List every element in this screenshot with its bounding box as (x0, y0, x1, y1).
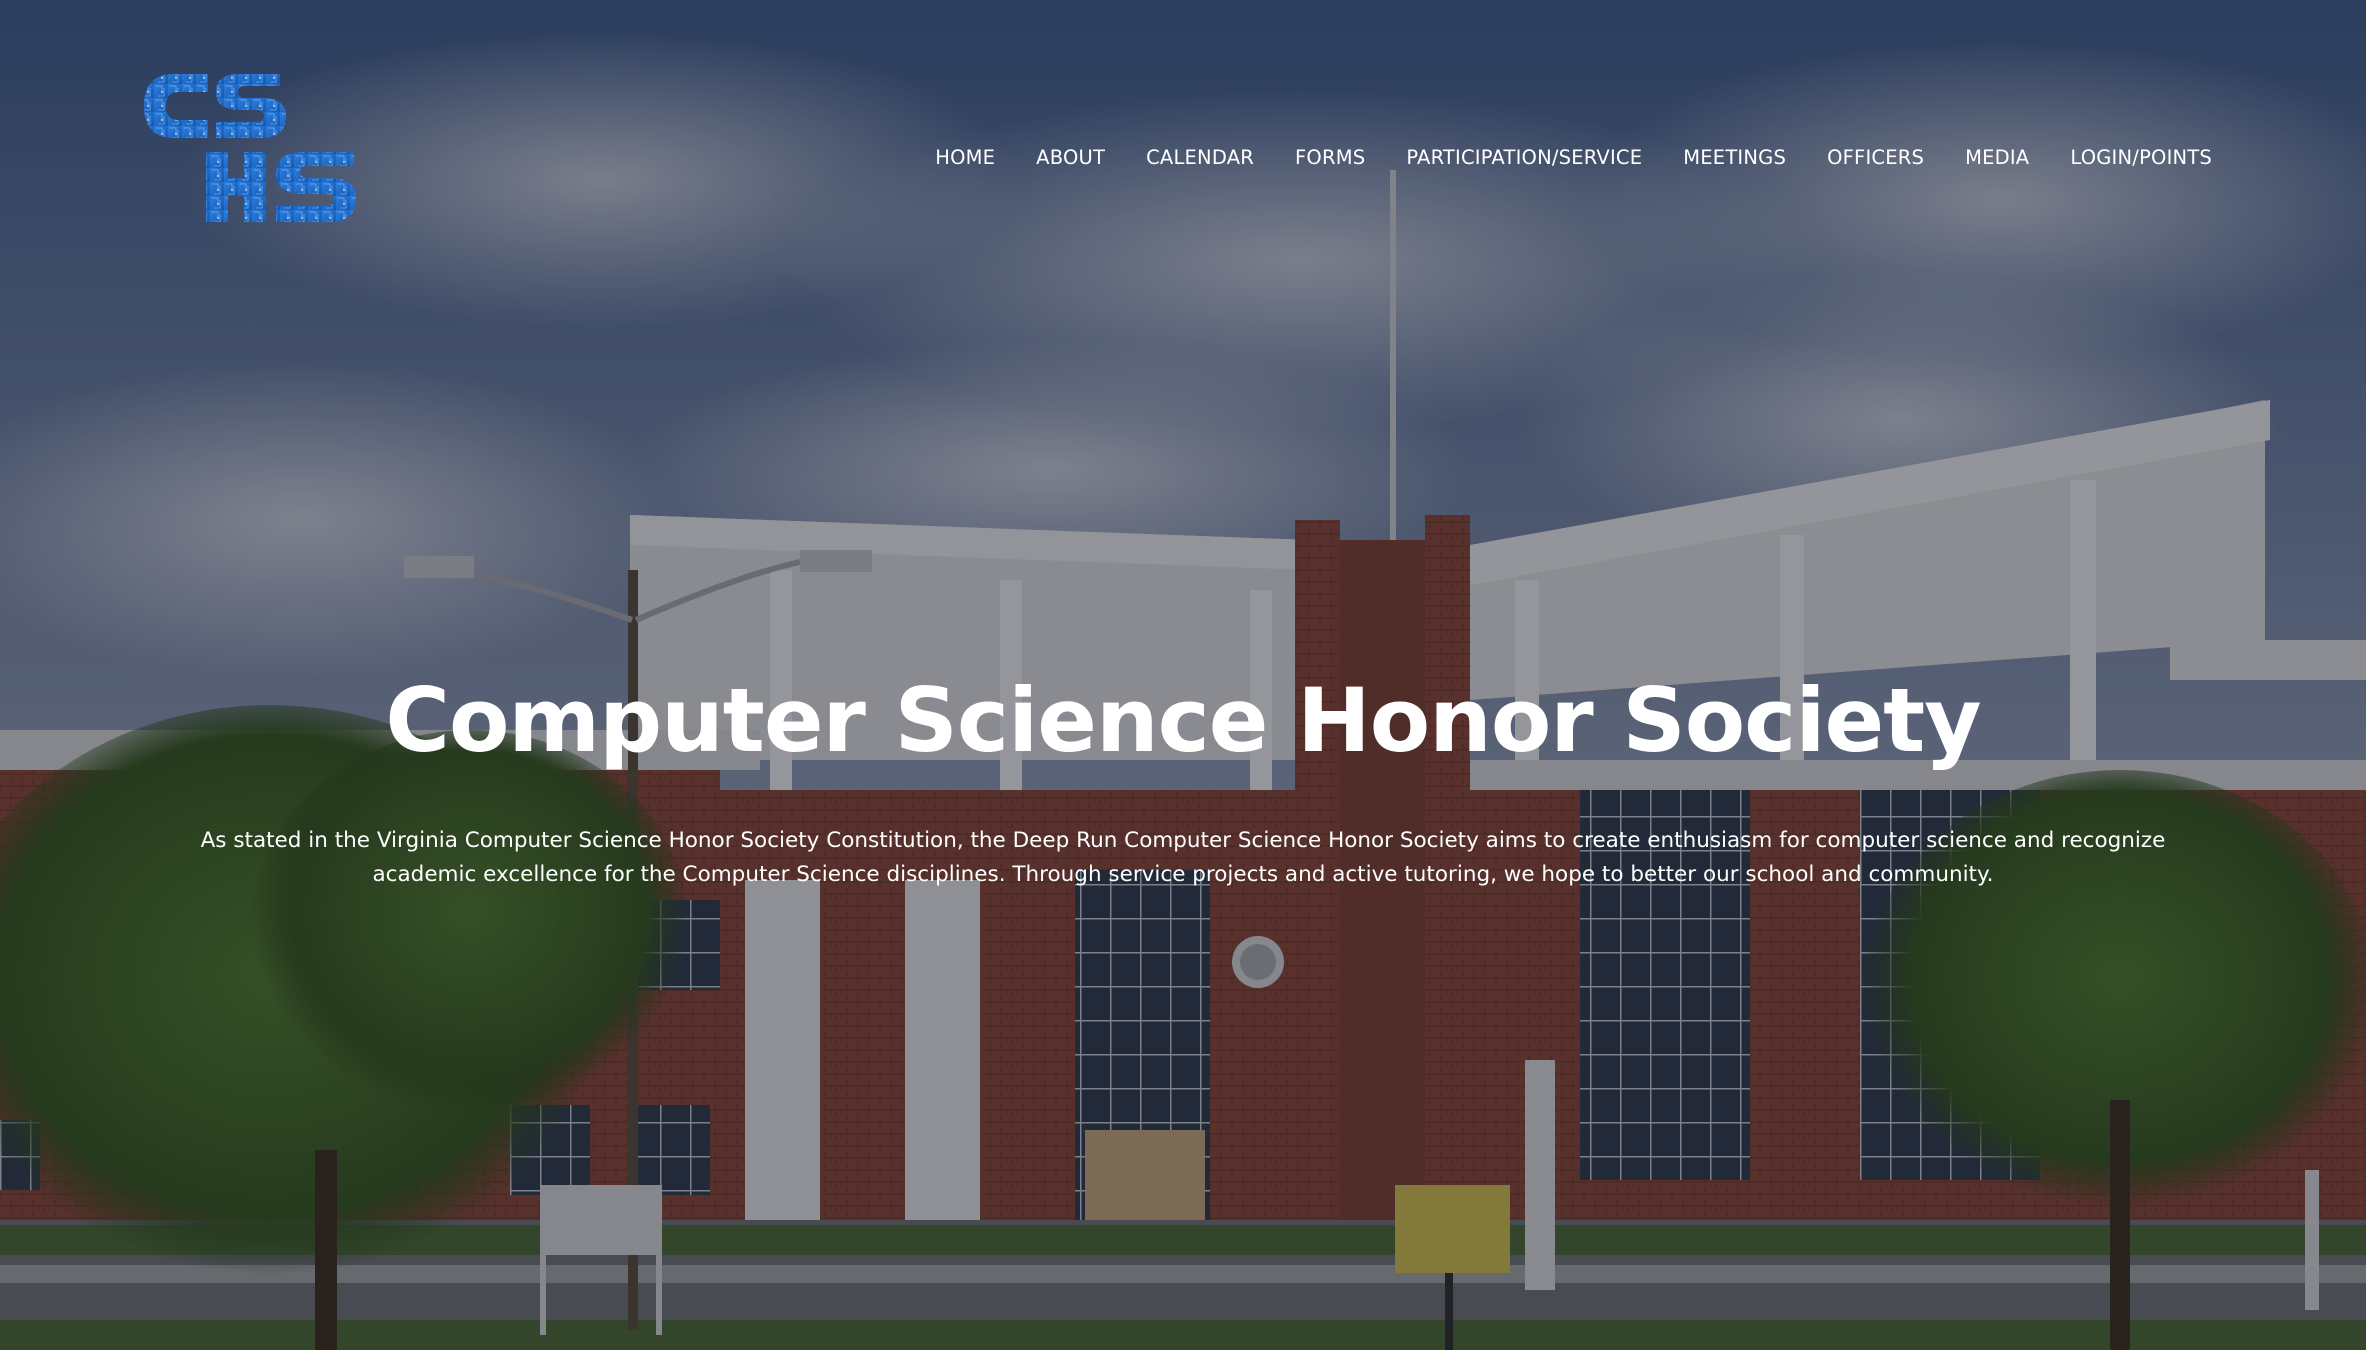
nav-item-about: ABOUT (1036, 146, 1105, 170)
nav-link-about[interactable]: ABOUT (1036, 146, 1105, 170)
nav-item-login-points: LOGIN/POINTS (2070, 146, 2212, 170)
hero-description: As stated in the Virginia Computer Scien… (200, 828, 2166, 887)
nav-item-home: HOME (935, 146, 995, 170)
nav-link-participation-service[interactable]: PARTICIPATION/SERVICE (1406, 146, 1642, 170)
hero-title: Computer Science Honor Society (385, 669, 1981, 772)
nav-item-forms: FORMS (1295, 146, 1365, 170)
nav-link-home[interactable]: HOME (935, 146, 995, 170)
main-navigation: HOME ABOUT CALENDAR FORMS PARTICIPATION/… (894, 146, 2212, 170)
hero-section: HOME ABOUT CALENDAR FORMS PARTICIPATION/… (0, 0, 2366, 1350)
site-logo[interactable] (140, 70, 360, 230)
cshs-logo-icon (144, 74, 356, 222)
nav-item-media: MEDIA (1965, 146, 2029, 170)
nav-item-calendar: CALENDAR (1146, 146, 1254, 170)
nav-item-meetings: MEETINGS (1683, 146, 1786, 170)
nav-link-officers[interactable]: OFFICERS (1827, 146, 1924, 170)
nav-link-calendar[interactable]: CALENDAR (1146, 146, 1254, 170)
nav-link-login-points[interactable]: LOGIN/POINTS (2070, 146, 2212, 170)
nav-item-officers: OFFICERS (1827, 146, 1924, 170)
nav-link-forms[interactable]: FORMS (1295, 146, 1365, 170)
nav-item-participation-service: PARTICIPATION/SERVICE (1406, 146, 1642, 170)
nav-link-meetings[interactable]: MEETINGS (1683, 146, 1786, 170)
nav-link-media[interactable]: MEDIA (1965, 146, 2029, 170)
